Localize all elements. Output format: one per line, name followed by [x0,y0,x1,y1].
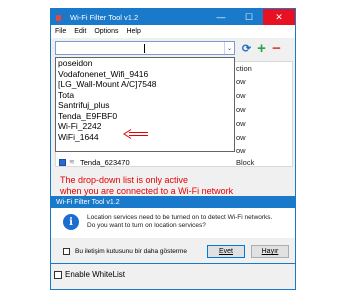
text-caret [144,44,145,53]
app-icon [55,13,67,22]
dialog-footer: Bu iletişim kutusunu bir daha gösterme E… [51,239,295,263]
window-controls: — ☐ ✕ [207,9,295,25]
list-item-action: ow [236,105,246,114]
dropdown-item[interactable]: Vodafonenet_Wifi_9416 [56,69,234,80]
dropdown-item[interactable]: Tenda_E9FBF0 [56,111,234,122]
whitelist-toggle[interactable]: Enable WhiteList [54,270,125,279]
whitelist-checkbox[interactable] [54,270,62,279]
network-combo[interactable]: ⌄ [55,41,235,55]
toolbar: ⌄ ⟳ + − [51,38,295,58]
refresh-icon[interactable]: ⟳ [240,42,253,55]
menu-edit[interactable]: Edit [74,28,86,35]
list-item[interactable]: ≋ Tenda_623470 Block [56,158,292,168]
dont-show-checkbox[interactable] [63,248,70,255]
dropdown-item[interactable]: Santrifuj_plus [56,100,234,111]
chevron-down-icon[interactable]: ⌄ [224,42,234,54]
menu-options[interactable]: Options [94,28,118,35]
list-item-action: ow [236,119,246,128]
dropdown-item[interactable]: Tota [56,90,234,101]
close-button[interactable]: ✕ [263,9,295,25]
location-dialog: Wi-Fi Filter Tool v1.2 i Location servic… [50,196,296,264]
list-item-name: Tenda_623470 [80,158,130,167]
list-item-action: ow [236,91,246,100]
list-item-action: ow [236,146,246,155]
row-checkbox[interactable] [59,159,66,166]
dialog-message: Do you want to turn on location services… [87,222,206,229]
no-label: Hayır [261,248,279,255]
remove-icon[interactable]: − [270,40,283,57]
dialog-message: Location services need to be turned on t… [87,214,273,221]
title-bar: Wi-Fi Filter Tool v1.2 — ☐ ✕ [51,9,295,25]
dropdown-item[interactable]: poseidon [56,58,234,69]
action-header: ction [236,64,252,73]
menu-help[interactable]: Help [126,28,140,35]
yes-button[interactable]: Evet [207,245,245,258]
whitelist-label: Enable WhiteList [65,270,126,279]
yes-label: Evet [218,248,233,255]
annotation-text: when you are connected to a Wi-Fi networ… [60,186,234,196]
window-title: Wi-Fi Filter Tool v1.2 [70,12,139,22]
list-item-action: ow [236,133,246,142]
dialog-title: Wi-Fi Filter Tool v1.2 [51,197,295,208]
annotation-text: The drop-down list is only active [60,175,189,185]
info-icon: i [63,214,79,230]
dropdown-item[interactable]: [LG_Wall-Mount A/C]7548 [56,79,234,90]
dont-show-label: Bu iletişim kutusunu bir daha gösterme [75,248,188,255]
arrow-left-icon [123,129,148,139]
minimize-button[interactable]: — [207,9,235,25]
add-icon[interactable]: + [255,40,268,57]
no-button[interactable]: Hayır [251,245,289,258]
dialog-body: i Location services need to be turned on… [51,208,295,238]
wifi-icon: ≋ [69,159,75,166]
list-item-action: Block [236,158,255,167]
menu-bar: File Edit Options Help [51,25,295,38]
maximize-button[interactable]: ☐ [235,9,263,25]
menu-file[interactable]: File [55,28,66,35]
list-item-action: ow [236,77,246,86]
